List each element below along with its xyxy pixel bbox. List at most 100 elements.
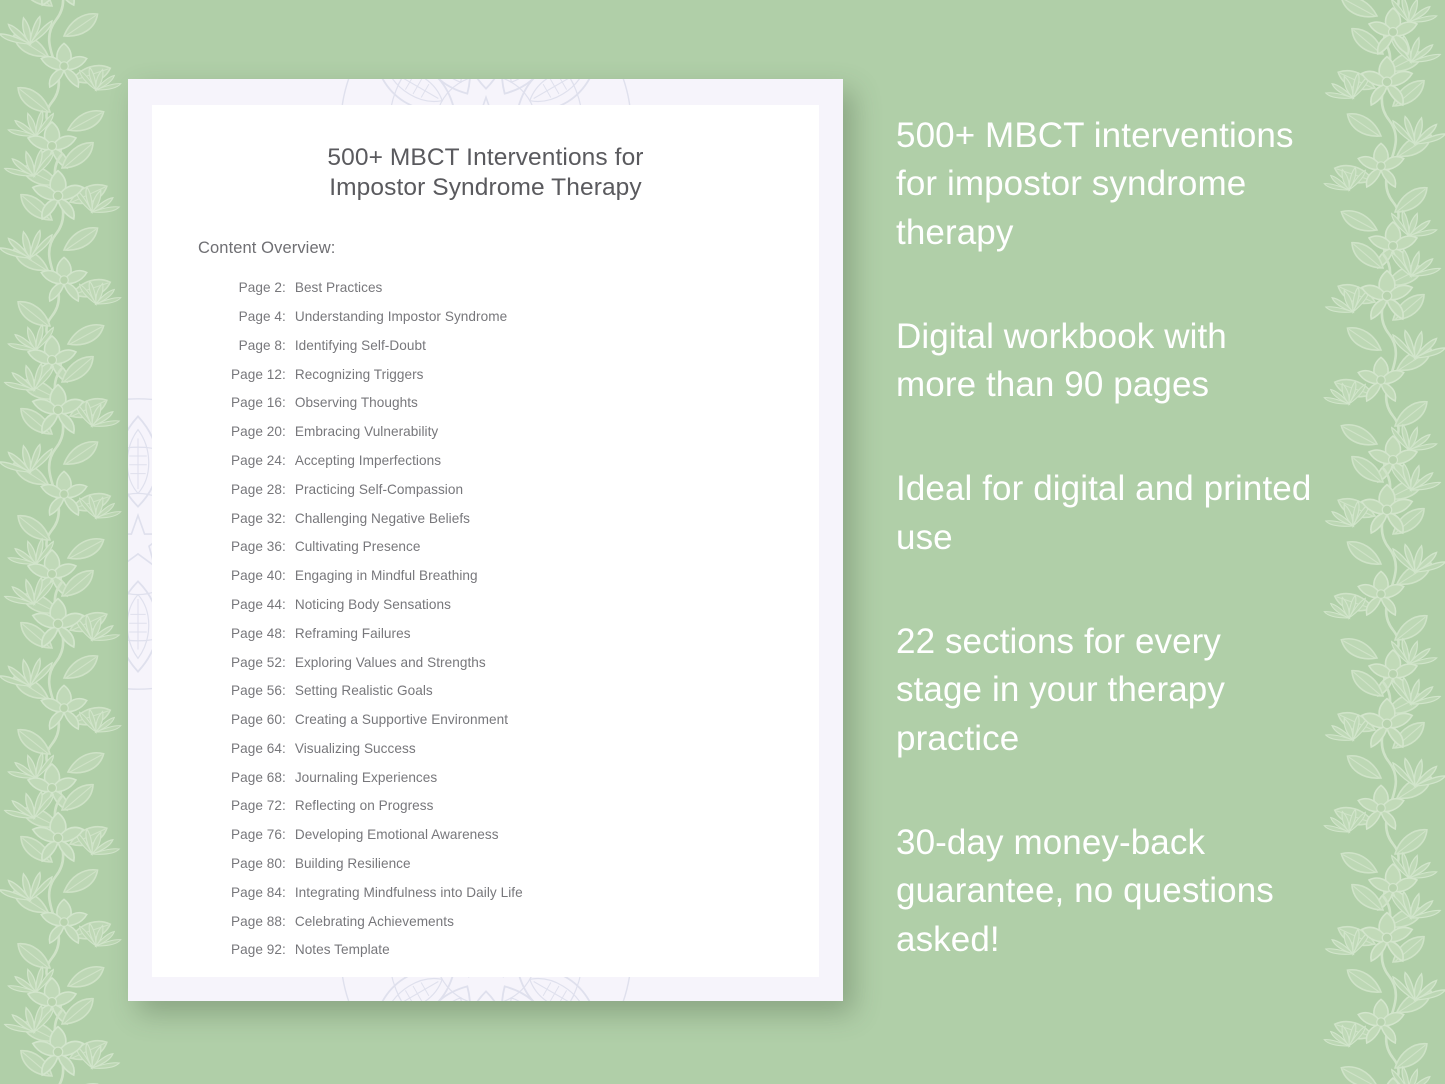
toc-item-title: Exploring Values and Strengths xyxy=(294,654,486,670)
product-preview-card: 500+ MBCT Interventions for Impostor Syn… xyxy=(128,79,843,1001)
toc-item-page: Page 92 xyxy=(231,942,282,958)
toc-item-title: Developing Emotional Awareness xyxy=(294,827,499,843)
toc-item-title: Building Resilience xyxy=(294,855,411,871)
toc-item-page: Page 40 xyxy=(231,568,282,584)
content-overview-label: Content Overview: xyxy=(198,238,336,257)
toc-item-title: Practicing Self-Compassion xyxy=(294,481,464,497)
toc-item-colon: : xyxy=(282,453,286,469)
toc-item-title: Reflecting on Progress xyxy=(294,798,434,814)
toc-item-colon: : xyxy=(282,942,286,958)
toc-item-colon: : xyxy=(282,510,286,526)
floral-vine-icon xyxy=(1305,0,1445,1084)
marketing-bullets: 500+ MBCT interventions for impostor syn… xyxy=(896,112,1316,964)
toc-item-page: Page 16 xyxy=(231,395,282,411)
toc-item: Page 2: Best Practices xyxy=(220,274,819,303)
toc-item-title: Setting Realistic Goals xyxy=(294,683,433,699)
toc-item-title: Celebrating Achievements xyxy=(294,913,454,929)
toc-item-page: Page 2 xyxy=(238,280,282,296)
toc-item: Page 80: Building Resilience xyxy=(220,849,819,878)
marketing-bullet: 500+ MBCT interventions for impostor syn… xyxy=(896,116,1294,252)
toc-item-page: Page 4 xyxy=(238,309,282,325)
toc-item: Page 8: Identifying Self-Doubt xyxy=(220,331,819,360)
toc-item-title: Engaging in Mindful Breathing xyxy=(294,568,478,584)
toc-item-title: Recognizing Triggers xyxy=(294,366,424,382)
toc-item-colon: : xyxy=(282,712,286,728)
page-title-line-2: Impostor Syndrome Therapy xyxy=(329,173,642,201)
toc-item-colon: : xyxy=(282,913,286,929)
toc-item-colon: : xyxy=(282,568,286,584)
toc-item-title: Embracing Vulnerability xyxy=(294,424,439,440)
toc-item: Page 48: Reframing Failures xyxy=(220,619,819,648)
toc-item-colon: : xyxy=(282,481,286,497)
toc-item-page: Page 12 xyxy=(231,366,282,382)
floral-vine-icon xyxy=(0,0,140,1084)
toc-item: Page 44: Noticing Body Sensations xyxy=(220,590,819,619)
marketing-bullet: 22 sections for every stage in your ther… xyxy=(896,622,1225,758)
toc-item-title: Best Practices xyxy=(294,280,383,296)
toc-item-page: Page 56 xyxy=(231,683,282,699)
toc-item-colon: : xyxy=(282,539,286,555)
toc-item-page: Page 44 xyxy=(231,596,282,612)
toc-item-title: Journaling Experiences xyxy=(294,769,438,785)
toc-item: Page 56: Setting Realistic Goals xyxy=(220,677,819,706)
toc-item: Page 40: Engaging in Mindful Breathing xyxy=(220,562,819,591)
toc-item: Page 76: Developing Emotional Awareness xyxy=(220,821,819,850)
toc-item-title: Accepting Imperfections xyxy=(294,453,442,469)
toc-item-colon: : xyxy=(282,309,286,325)
toc-item-title: Notes Template xyxy=(294,942,390,958)
toc-item-page: Page 8 xyxy=(238,337,282,353)
toc-item-page: Page 20 xyxy=(231,424,282,440)
toc-item-title: Creating a Supportive Environment xyxy=(294,712,509,728)
toc-item-page: Page 24 xyxy=(231,453,282,469)
toc-item-colon: : xyxy=(282,827,286,843)
toc-item: Page 20: Embracing Vulnerability xyxy=(220,418,819,447)
toc-item-title: Noticing Body Sensations xyxy=(294,596,451,612)
page-title-line-1: 500+ MBCT Interventions for xyxy=(327,144,644,171)
toc-item: Page 84: Integrating Mindfulness into Dai… xyxy=(220,878,819,907)
toc-item-page: Page 60 xyxy=(231,712,282,728)
toc-item: Page 68: Journaling Experiences xyxy=(220,763,819,792)
toc-item-page: Page 52 xyxy=(231,654,282,670)
toc-item-page: Page 88 xyxy=(231,913,282,929)
toc-item-page: Page 28 xyxy=(231,481,282,497)
toc-item-colon: : xyxy=(282,769,286,785)
toc-item: Page 60: Creating a Supportive Environmen… xyxy=(220,705,819,734)
toc-item-colon: : xyxy=(282,884,286,900)
toc-item-page: Page 36 xyxy=(231,539,282,555)
toc-item-title: Reframing Failures xyxy=(294,625,411,641)
toc-item-colon: : xyxy=(282,798,286,814)
toc-item-page: Page 48 xyxy=(231,625,282,641)
toc-item-title: Visualizing Success xyxy=(294,740,416,756)
toc-item: Page 4: Understanding Impostor Syndrome xyxy=(220,303,819,332)
toc-item-colon: : xyxy=(282,395,286,411)
toc-item-colon: : xyxy=(282,424,286,440)
toc-item: Page 28: Practicing Self-Compassion xyxy=(220,475,819,504)
toc-item-title: Cultivating Presence xyxy=(294,539,421,555)
toc-item: Page 72: Reflecting on Progress xyxy=(220,792,819,821)
toc-item-colon: : xyxy=(282,280,286,296)
toc-item-colon: : xyxy=(282,654,286,670)
toc-item-colon: : xyxy=(282,855,286,871)
toc-item-page: Page 64 xyxy=(231,740,282,756)
toc-item: Page 16: Observing Thoughts xyxy=(220,389,819,418)
document-page: 500+ MBCT Interventions for Impostor Syn… xyxy=(152,105,819,977)
marketing-bullet: Digital workbook with more than 90 pages xyxy=(896,316,1227,405)
table-of-contents: Page 2: Best Practices Page 4: Understandin… xyxy=(152,258,819,965)
toc-item: Page 52: Exploring Values and Strengths xyxy=(220,648,819,677)
toc-item-page: Page 84 xyxy=(231,884,282,900)
toc-item: Page 92: Notes Template xyxy=(220,936,819,965)
toc-item-colon: : xyxy=(282,596,286,612)
toc-item-title: Identifying Self-Doubt xyxy=(294,337,426,353)
toc-item: Page 64: Visualizing Success xyxy=(220,734,819,763)
toc-item-title: Observing Thoughts xyxy=(294,395,418,411)
toc-item-title: Integrating Mindfulness into Daily Life xyxy=(294,884,523,900)
marketing-bullet: Ideal for digital and printed use xyxy=(896,469,1312,557)
toc-item-page: Page 80 xyxy=(231,855,282,871)
toc-item-page: Page 32 xyxy=(231,510,282,526)
poster-canvas: 500+ MBCT Interventions for Impostor Syn… xyxy=(0,0,1445,1084)
toc-item-page: Page 76 xyxy=(231,827,282,843)
toc-item: Page 12: Recognizing Triggers xyxy=(220,360,819,389)
toc-item-title: Understanding Impostor Syndrome xyxy=(294,309,508,325)
toc-item-colon: : xyxy=(282,337,286,353)
toc-item-colon: : xyxy=(282,366,286,382)
